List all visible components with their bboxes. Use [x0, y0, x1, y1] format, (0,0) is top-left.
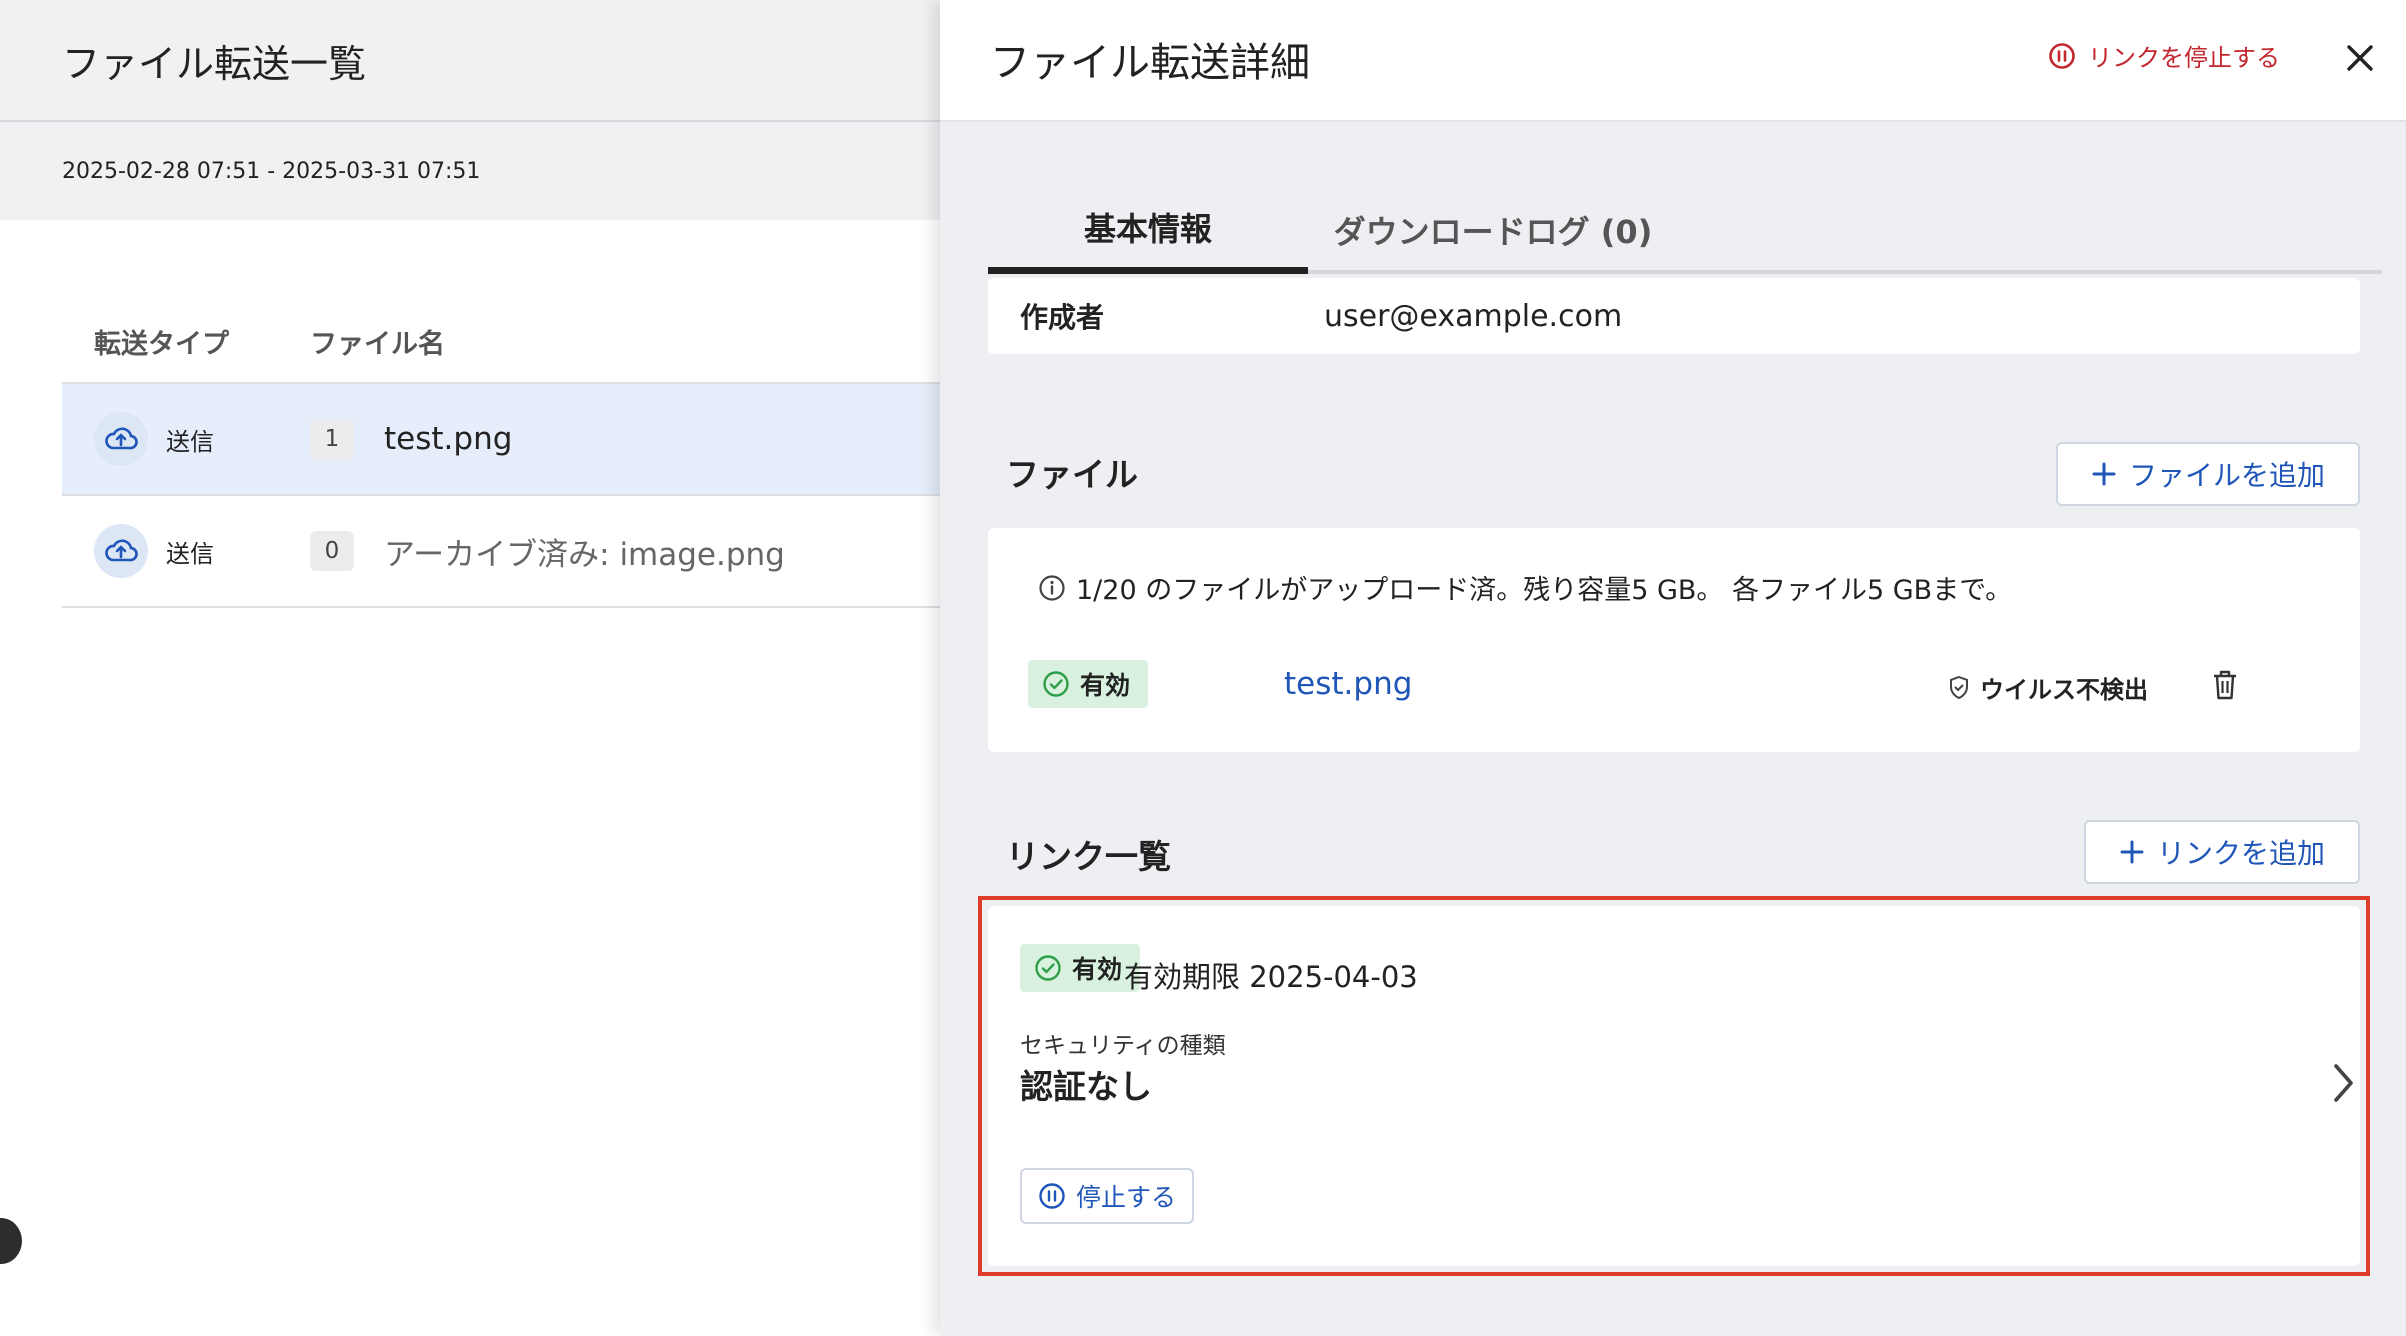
- table-row[interactable]: 送信 0 アーカイブ済み: image.png: [62, 496, 940, 608]
- author-value: user@example.com: [1324, 298, 1623, 334]
- help-bubble[interactable]: [0, 1218, 22, 1264]
- security-type-label: セキュリティの種類: [1020, 1033, 1226, 1059]
- trash-icon[interactable]: [2210, 668, 2240, 702]
- status-badge: 有効: [1028, 660, 1149, 708]
- column-header-type: 転送タイプ: [94, 328, 229, 360]
- status-label: 有効: [1072, 955, 1123, 984]
- file-link[interactable]: test.png: [1284, 666, 1412, 702]
- shield-check-icon: [1950, 675, 1968, 699]
- table-header: 転送タイプ ファイル名: [62, 300, 940, 384]
- add-file-label: ファイルを追加: [2128, 459, 2325, 492]
- links-section-title: リンク一覧: [1006, 837, 1171, 876]
- transfer-type-label: 送信: [166, 539, 214, 568]
- date-range: 2025-02-28 07:51 - 2025-03-31 07:51: [0, 122, 940, 220]
- list-header: ファイル転送一覧: [0, 0, 940, 122]
- cloud-upload-icon: [94, 524, 148, 578]
- add-link-label: リンクを追加: [2156, 837, 2325, 870]
- detail-tabs: 基本情報 ダウンロードログ (0): [988, 186, 2382, 274]
- link-card[interactable]: 有効 有効期限 2025-04-03 セキュリティの種類 認証なし 停止する: [988, 906, 2360, 1266]
- detail-title: ファイル転送詳細: [990, 40, 1310, 86]
- transfer-type-label: 送信: [166, 427, 214, 456]
- check-circle-icon: [1035, 955, 1061, 981]
- author-label: 作成者: [1020, 301, 1105, 334]
- pause-circle-icon: [1039, 1183, 1065, 1209]
- file-name: アーカイブ済み: image.png: [384, 536, 785, 573]
- pause-link-label: 停止する: [1076, 1183, 1177, 1212]
- plus-icon: [2092, 462, 2116, 486]
- page-title: ファイル転送一覧: [62, 41, 367, 86]
- transfer-detail-panel: ファイル転送詳細 リンクを停止する 基本情報 ダウンロードログ (0) 作成者 …: [940, 0, 2406, 1336]
- files-card: 1/20 のファイルがアップロード済。残り容量5 GB。 各ファイル5 GBまで…: [988, 528, 2360, 752]
- virus-scan-status: ウイルス不検出: [1948, 670, 2148, 705]
- close-icon[interactable]: [2340, 38, 2380, 78]
- transfer-list-panel: ファイル転送一覧 2025-02-28 07:51 - 2025-03-31 0…: [0, 0, 940, 1336]
- add-file-button[interactable]: ファイルを追加: [2056, 442, 2360, 506]
- chevron-right-icon[interactable]: [2328, 1060, 2358, 1106]
- file-quota-info: 1/20 のファイルがアップロード済。残り容量5 GB。 各ファイル5 GBまで…: [1076, 575, 2013, 606]
- detail-header: ファイル転送詳細 リンクを停止する: [940, 0, 2406, 122]
- tab-basic-info[interactable]: 基本情報: [988, 186, 1308, 274]
- cloud-upload-icon: [94, 412, 148, 466]
- stop-link-button[interactable]: リンクを停止する: [2048, 38, 2280, 73]
- status-label: 有効: [1080, 671, 1131, 700]
- pause-circle-icon: [2049, 42, 2075, 69]
- check-circle-icon: [1043, 671, 1069, 697]
- column-header-name: ファイル名: [310, 328, 445, 360]
- status-badge: 有効: [1020, 944, 1141, 992]
- file-count-badge: 1: [310, 419, 354, 459]
- add-link-button[interactable]: リンクを追加: [2084, 820, 2360, 884]
- file-name: test.png: [384, 421, 513, 457]
- file-count-badge: 0: [310, 531, 354, 571]
- info-icon: [1039, 574, 1065, 601]
- virus-scan-label: ウイルス不検出: [1980, 676, 2148, 704]
- link-expiry: 有効期限 2025-04-03: [1124, 960, 1418, 994]
- pause-link-button[interactable]: 停止する: [1020, 1168, 1195, 1224]
- plus-icon: [2120, 840, 2144, 864]
- author-row: 作成者 user@example.com: [988, 278, 2360, 354]
- files-section-title: ファイル: [1006, 455, 1138, 494]
- table-row[interactable]: 送信 1 test.png: [62, 384, 940, 496]
- transfer-table: 転送タイプ ファイル名 送信 1 test.png 送信 0 アーカイブ済み: …: [62, 300, 940, 608]
- tab-download-log[interactable]: ダウンロードログ (0): [1308, 186, 1678, 274]
- security-type-value: 認証なし: [1020, 1067, 1152, 1106]
- stop-link-label: リンクを停止する: [2088, 44, 2280, 72]
